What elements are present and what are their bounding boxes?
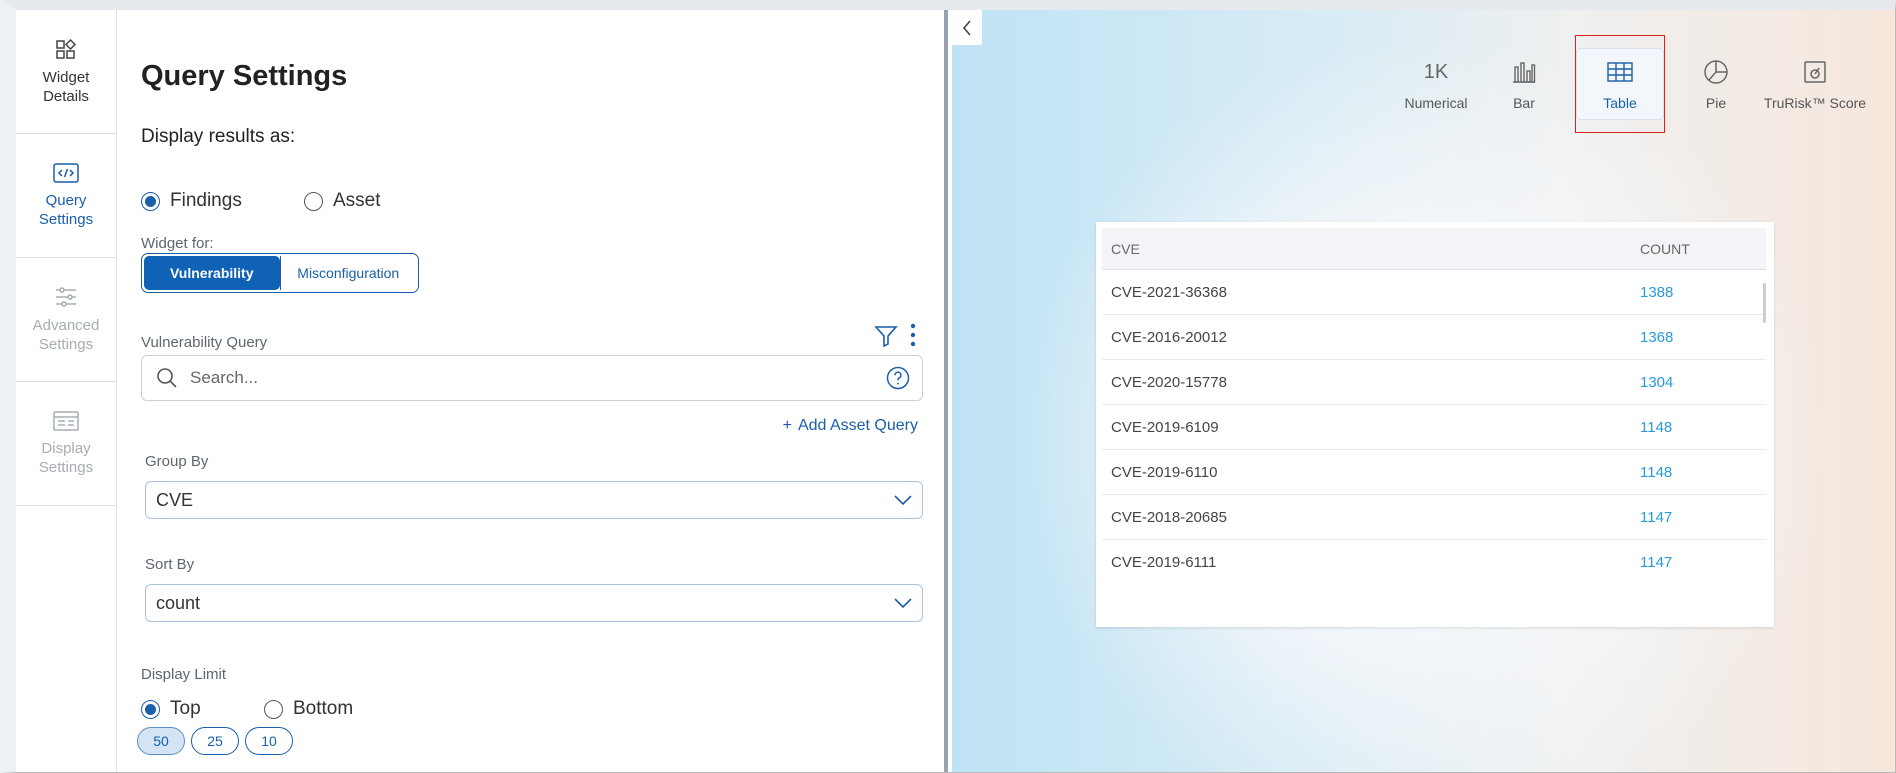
radio-button[interactable]: [141, 191, 160, 211]
table-row: CVE-2016-20012 1368: [1102, 315, 1766, 360]
radio-label: Top: [170, 698, 201, 719]
radio-label: Bottom: [293, 698, 354, 719]
table-row: CVE-2020-15778 1304: [1102, 360, 1766, 405]
rail-item-advanced-settings[interactable]: Advanced Settings: [16, 258, 116, 382]
numerical-icon: 1K: [1423, 60, 1449, 83]
cve-cell: CVE-2018-20685: [1111, 508, 1227, 526]
query-settings-panel: Query Settings Display results as: Findi…: [117, 10, 948, 772]
radio-button[interactable]: [304, 191, 323, 211]
more-vertical-icon[interactable]: [909, 322, 917, 348]
collapse-panel-button[interactable]: [952, 10, 982, 45]
cve-cell: CVE-2019-6111: [1111, 554, 1217, 571]
misconfiguration-toggle[interactable]: Misconfiguration: [279, 256, 417, 290]
widget-preview: 1K Numerical Bar Table Pie TruRisk™ Scor…: [952, 10, 1895, 772]
sliders-icon: [56, 286, 76, 307]
table-row: CVE-2021-36368 1388: [1102, 270, 1766, 315]
display-icon: [53, 410, 79, 431]
count-link[interactable]: 1148: [1640, 464, 1766, 481]
display-as-label: Display results as:: [141, 126, 296, 147]
filter-icon[interactable]: [874, 324, 898, 348]
cve-cell: CVE-2019-6109: [1111, 418, 1219, 436]
cve-cell: CVE-2019-6110: [1111, 463, 1218, 481]
chevron-down-icon: [894, 495, 912, 505]
search-field: [141, 355, 923, 401]
radio-bottom[interactable]: Bottom: [264, 698, 353, 720]
help-icon[interactable]: [886, 366, 910, 390]
limit-chips: 50 25 10: [137, 727, 293, 755]
pie-chart-icon: [1704, 60, 1728, 84]
viz-trurisk-score[interactable]: TruRisk™ Score: [1760, 36, 1870, 132]
table-row: CVE-2018-20685 1147: [1102, 495, 1766, 540]
limit-chip-50[interactable]: 50: [137, 727, 185, 755]
search-input[interactable]: [190, 368, 886, 388]
radio-label: Asset: [333, 190, 381, 211]
radio-button[interactable]: [264, 699, 283, 719]
viz-numerical[interactable]: 1K Numerical: [1392, 36, 1480, 132]
rail-item-label: Widget Details: [42, 68, 90, 105]
limit-chip-10[interactable]: 10: [245, 727, 293, 755]
page-title: Query Settings: [141, 60, 348, 92]
count-link[interactable]: 1304: [1640, 374, 1766, 391]
rail-item-display-settings[interactable]: Display Settings: [16, 382, 116, 506]
widget-for-label: Widget for:: [141, 235, 214, 252]
table-icon: [1607, 62, 1633, 82]
rail-item-label: Display Settings: [38, 439, 94, 476]
query-label: Vulnerability Query: [141, 334, 268, 351]
rail-item-label: Advanced Settings: [32, 316, 100, 353]
add-asset-query-link[interactable]: + Add Asset Query: [783, 417, 918, 435]
radio-button[interactable]: [141, 699, 160, 719]
group-by-label: Group By: [145, 453, 209, 470]
count-link[interactable]: 1388: [1640, 284, 1766, 301]
radio-top[interactable]: Top: [141, 698, 201, 720]
radio-findings[interactable]: Findings: [141, 190, 242, 212]
sort-by-value: count: [156, 592, 201, 613]
trurisk-icon: [1804, 61, 1826, 83]
widget-details-icon: [56, 38, 77, 59]
widget-for-toggle: Vulnerability Misconfiguration: [141, 253, 419, 293]
table-row: CVE-2019-6111 1147: [1102, 540, 1766, 585]
table-row: CVE-2019-6109 1148: [1102, 405, 1766, 450]
count-link[interactable]: 1148: [1640, 419, 1766, 436]
plus-icon: +: [782, 417, 792, 434]
rail-item-widget-details[interactable]: Widget Details: [16, 10, 116, 134]
count-link[interactable]: 1147: [1640, 554, 1766, 571]
column-header-count[interactable]: COUNT: [1640, 241, 1766, 257]
rail-item-label: Query Settings: [38, 191, 94, 228]
settings-rail: Widget Details Query Settings Advanced S…: [16, 10, 117, 772]
table-scrollbar[interactable]: [1763, 283, 1766, 323]
chevron-down-icon: [894, 598, 912, 608]
viz-pie[interactable]: Pie: [1672, 36, 1760, 132]
cve-cell: CVE-2016-20012: [1111, 328, 1227, 346]
display-limit-label: Display Limit: [141, 666, 227, 683]
table-row: CVE-2019-6110 1148: [1102, 450, 1766, 495]
sort-by-label: Sort By: [145, 556, 195, 573]
count-link[interactable]: 1147: [1640, 509, 1766, 526]
table-body: CVE-2021-36368 1388 CVE-2016-20012 1368 …: [1102, 270, 1766, 585]
code-icon: [53, 162, 79, 183]
sort-by-select[interactable]: count: [145, 584, 923, 622]
results-table: CVE COUNT CVE-2021-36368 1388 CVE-2016-2…: [1096, 222, 1774, 627]
group-by-select[interactable]: CVE: [145, 481, 923, 519]
bar-chart-icon: [1513, 62, 1536, 83]
search-icon: [157, 368, 177, 388]
group-by-value: CVE: [156, 489, 194, 510]
chevron-left-icon: [962, 19, 971, 36]
table-header: CVE COUNT: [1102, 228, 1766, 270]
cve-cell: CVE-2021-36368: [1111, 283, 1227, 301]
radio-label: Findings: [170, 190, 242, 211]
radio-asset[interactable]: Asset: [304, 190, 381, 212]
vulnerability-toggle[interactable]: Vulnerability: [144, 256, 280, 290]
visualization-types: 1K Numerical Bar Table Pie TruRisk™ Scor…: [1392, 35, 1870, 133]
app-window: Widget Details Query Settings Advanced S…: [0, 0, 1896, 773]
viz-table[interactable]: Table: [1575, 35, 1665, 133]
viz-bar[interactable]: Bar: [1480, 36, 1568, 132]
count-link[interactable]: 1368: [1640, 329, 1766, 346]
column-header-cve[interactable]: CVE: [1102, 241, 1640, 257]
limit-chip-25[interactable]: 25: [191, 727, 239, 755]
rail-item-query-settings[interactable]: Query Settings: [16, 134, 116, 258]
cve-cell: CVE-2020-15778: [1111, 373, 1227, 391]
